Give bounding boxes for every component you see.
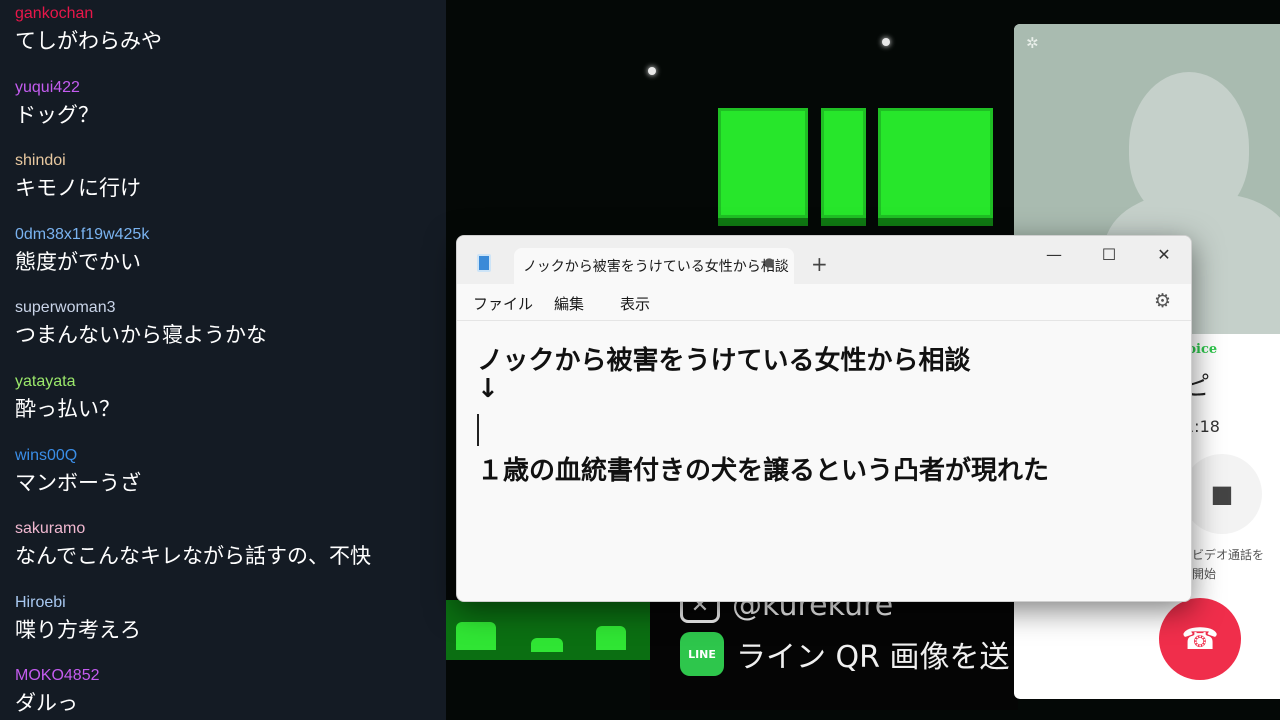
chat-message: yatayata 酔っ払い？ [15, 372, 120, 424]
chat-text: てしがわらみや [15, 29, 162, 53]
chat-message: gankochan てしがわらみや [15, 4, 162, 56]
maximize-button[interactable]: ☐ [1081, 238, 1137, 270]
text-line: ↓ [477, 374, 499, 404]
video-call-button[interactable]: ■ [1182, 454, 1262, 534]
tab-document[interactable]: ノックから被害をうけている女性から相談 ● [514, 248, 794, 284]
chat-username[interactable]: gankochan [15, 4, 162, 24]
notepad-window: ノックから被害をうけている女性から相談 ● + — ☐ ✕ ファイル 編集 表示… [456, 235, 1192, 602]
phone-hangup-icon: ☎ [1181, 621, 1219, 657]
kick-logo-k [718, 108, 808, 218]
chat-message: wins00Q マンボーうざ [15, 446, 141, 498]
chat-message: 0dm38x1f19w425k 態度がでかい [15, 225, 149, 277]
stream-banner: ✕ @kurekure LINE ライン QR 画像を送っ [650, 588, 1040, 710]
chat-text: 喋り方考えろ [15, 618, 141, 642]
chat-text: キモノに行け [15, 176, 141, 200]
chat-username[interactable]: superwoman3 [15, 298, 267, 318]
video-camera-icon: ■ [1210, 480, 1234, 508]
gear-icon[interactable]: ✲ [1026, 34, 1039, 52]
chat-message: yuqui422 ドッグ？ [15, 78, 99, 130]
chat-text: つまんないから寝ようかな [15, 323, 267, 347]
chat-text: ダルっ [15, 691, 78, 715]
chat-text: ドッグ？ [15, 103, 99, 127]
chat-username[interactable]: yuqui422 [15, 78, 99, 98]
line-logo-icon: LINE [680, 632, 724, 676]
video-caption-line: 開始 [1192, 567, 1217, 581]
chat-text: 態度がでかい [15, 250, 141, 274]
pixel-bush [596, 626, 626, 650]
notepad-menubar: ファイル 編集 表示 ⚙ [457, 284, 1191, 321]
text-line: １歳の血統書付きの犬を譲るという凸者が現れた [477, 456, 1050, 486]
settings-gear-icon[interactable]: ⚙ [1154, 290, 1171, 312]
banner-line-row: LINE ライン QR 画像を送っ [680, 632, 1040, 676]
menu-view[interactable]: 表示 [620, 293, 650, 314]
text-line: ノックから被害をうけている女性から相談 [477, 346, 971, 376]
chat-message: shindoi キモノに行け [15, 151, 141, 203]
star-decoration [882, 38, 890, 46]
tab-title: ノックから被害をうけている女性から相談 [523, 259, 789, 275]
star-decoration [648, 67, 656, 75]
pixel-bush [531, 638, 563, 652]
new-tab-button[interactable]: + [811, 252, 828, 276]
kick-logo-i [821, 108, 866, 218]
notepad-text-area[interactable]: ノックから被害をうけている女性から相談 ↓ １歳の血統書付きの犬を譲るという凸者… [457, 322, 1191, 601]
banner-line-text: ライン QR 画像を送っ [736, 640, 1040, 675]
chat-username[interactable]: yatayata [15, 372, 120, 392]
chat-message: sakuramo なんでこんなキレながら話すの、不快 [15, 519, 371, 571]
close-button[interactable]: ✕ [1136, 238, 1191, 270]
notepad-titlebar[interactable]: ノックから被害をうけている女性から相談 ● + — ☐ ✕ [457, 236, 1191, 284]
chat-text: 酔っ払い？ [15, 397, 120, 421]
chat-username[interactable]: Hiroebi [15, 593, 141, 613]
kick-logo-c [878, 108, 993, 218]
chat-username[interactable]: 0dm38x1f19w425k [15, 225, 149, 245]
video-call-caption: ビデオ通話を 開始 [1192, 546, 1264, 584]
text-caret [477, 414, 479, 446]
notepad-app-icon [477, 254, 491, 272]
pixel-bush [456, 622, 496, 650]
chat-text: マンボーうざ [15, 471, 141, 495]
chat-text: なんでこんなキレながら話すの、不快 [15, 544, 371, 568]
chat-message: Hiroebi 喋り方考えろ [15, 593, 141, 645]
unsaved-dot-icon[interactable]: ● [764, 255, 774, 269]
avatar-silhouette-head [1129, 72, 1249, 222]
chat-message: MOKO4852 ダルっ [15, 666, 99, 718]
hangup-button[interactable]: ☎ [1159, 598, 1241, 680]
menu-edit[interactable]: 編集 [554, 293, 584, 314]
chat-username[interactable]: sakuramo [15, 519, 371, 539]
menu-file[interactable]: ファイル [473, 293, 533, 314]
chat-username[interactable]: wins00Q [15, 446, 141, 466]
chat-username[interactable]: shindoi [15, 151, 141, 171]
chat-panel: gankochan てしがわらみや yuqui422 ドッグ？ shindoi … [0, 0, 446, 720]
chat-message: superwoman3 つまんないから寝ようかな [15, 298, 267, 350]
minimize-button[interactable]: — [1026, 238, 1082, 270]
chat-username[interactable]: MOKO4852 [15, 666, 99, 686]
video-caption-line: ビデオ通話を [1192, 548, 1265, 562]
